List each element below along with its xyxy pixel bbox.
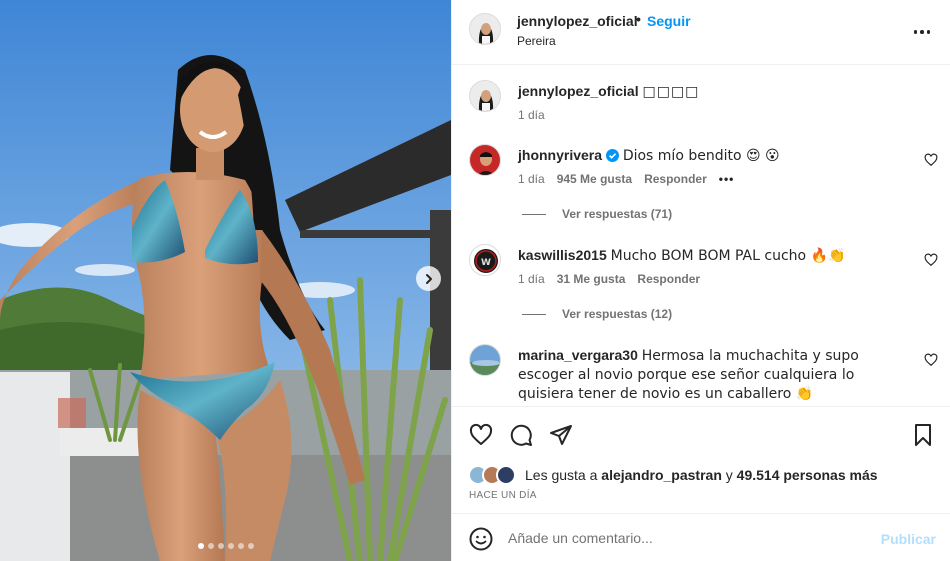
carousel-dot xyxy=(247,543,254,549)
caption-emoji-glyphs: □□□□ xyxy=(642,84,700,100)
comments-list[interactable]: jennylopez_oficial □□□□ 1 día jhonnyrive… xyxy=(452,65,950,406)
comment-options-icon[interactable]: ••• xyxy=(719,172,735,186)
comment-likes[interactable]: 31 Me gusta xyxy=(557,272,626,286)
avatar[interactable] xyxy=(469,80,501,112)
carousel-dot xyxy=(197,543,204,549)
likes-others[interactable]: 49.514 personas más xyxy=(737,467,878,483)
carousel-next-button[interactable] xyxy=(416,266,441,291)
likes-user[interactable]: alejandro_pastran xyxy=(601,467,722,483)
carousel-dot xyxy=(227,543,234,549)
share-icon[interactable] xyxy=(549,423,573,447)
caption-meta: 1 día xyxy=(518,108,545,122)
avatar[interactable]: W xyxy=(469,244,501,276)
avatar-image xyxy=(470,345,500,375)
follow-button[interactable]: Seguir xyxy=(647,13,691,29)
avatar xyxy=(496,465,516,485)
reply-button[interactable]: Responder xyxy=(637,272,700,286)
avatar-image: W xyxy=(470,245,500,275)
more-options-icon[interactable] xyxy=(912,22,932,42)
comment-text: Dios mío bendito 😍 😮 xyxy=(622,148,780,164)
carousel-dot xyxy=(217,543,224,549)
avatar[interactable] xyxy=(469,144,501,176)
comment-likes[interactable]: 945 Me gusta xyxy=(557,172,632,186)
avatar-image xyxy=(470,81,500,111)
comment-username[interactable]: marina_vergara30 xyxy=(518,347,638,363)
post-media[interactable] xyxy=(0,0,451,561)
view-replies-label: Ver respuestas (71) xyxy=(562,207,673,221)
verified-badge-icon xyxy=(605,149,619,162)
comment-time[interactable]: 1 día xyxy=(518,272,545,286)
post-location[interactable]: Pereira xyxy=(517,34,556,48)
header-separator: • xyxy=(636,11,641,27)
reply-button[interactable]: Responder xyxy=(644,172,707,186)
likes-connector: y xyxy=(725,467,733,483)
comment-meta: 1 día 945 Me gusta Responder ••• xyxy=(518,172,734,186)
avatar[interactable] xyxy=(469,13,501,45)
chevron-right-icon xyxy=(425,273,432,284)
post-side-panel: jennylopez_oficial • Seguir Pereira jenn… xyxy=(451,0,950,561)
post-timestamp[interactable]: HACE UN DÍA xyxy=(469,490,537,501)
carousel-dot xyxy=(237,543,244,549)
comment-username[interactable]: jennylopez_oficial xyxy=(518,83,639,99)
avatar-image xyxy=(470,145,500,175)
comment-input[interactable] xyxy=(508,522,868,554)
comment-icon[interactable] xyxy=(509,423,533,447)
liker-avatars xyxy=(468,465,520,485)
post-photo xyxy=(0,0,451,561)
post-author-username[interactable]: jennylopez_oficial xyxy=(517,13,638,29)
likes-prefix: Les gusta a xyxy=(525,467,598,483)
heart-icon[interactable] xyxy=(469,423,493,447)
comment-text: Mucho BOM BOM PAL cucho 🔥👏 xyxy=(610,248,846,264)
add-comment-bar: Publicar xyxy=(452,513,950,561)
heart-icon[interactable] xyxy=(924,153,938,167)
view-replies-button[interactable]: Ver respuestas (71) xyxy=(522,207,672,221)
heart-icon[interactable] xyxy=(924,353,938,367)
caption-time[interactable]: 1 día xyxy=(518,108,545,122)
comment-meta: 1 día 31 Me gusta Responder xyxy=(518,272,700,286)
avatar-image xyxy=(470,14,500,44)
comment-time[interactable]: 1 día xyxy=(518,172,545,186)
post-header: jennylopez_oficial • Seguir Pereira xyxy=(452,0,950,65)
carousel-dot xyxy=(207,543,214,549)
comment-username[interactable]: kaswillis2015 xyxy=(518,247,607,263)
avatar[interactable] xyxy=(469,344,501,376)
view-replies-label: Ver respuestas (12) xyxy=(562,307,673,321)
publish-button[interactable]: Publicar xyxy=(881,531,936,547)
comment-username[interactable]: jhonnyrivera xyxy=(518,147,602,163)
post-actions: Les gusta a alejandro_pastran y 49.514 p… xyxy=(452,406,950,513)
heart-icon[interactable] xyxy=(924,253,938,267)
svg-text:W: W xyxy=(481,258,491,268)
bookmark-icon[interactable] xyxy=(911,423,935,447)
likes-summary[interactable]: Les gusta a alejandro_pastran y 49.514 p… xyxy=(468,465,878,485)
carousel-indicator xyxy=(0,543,451,549)
emoji-icon[interactable] xyxy=(469,527,493,551)
view-replies-button[interactable]: Ver respuestas (12) xyxy=(522,307,672,321)
